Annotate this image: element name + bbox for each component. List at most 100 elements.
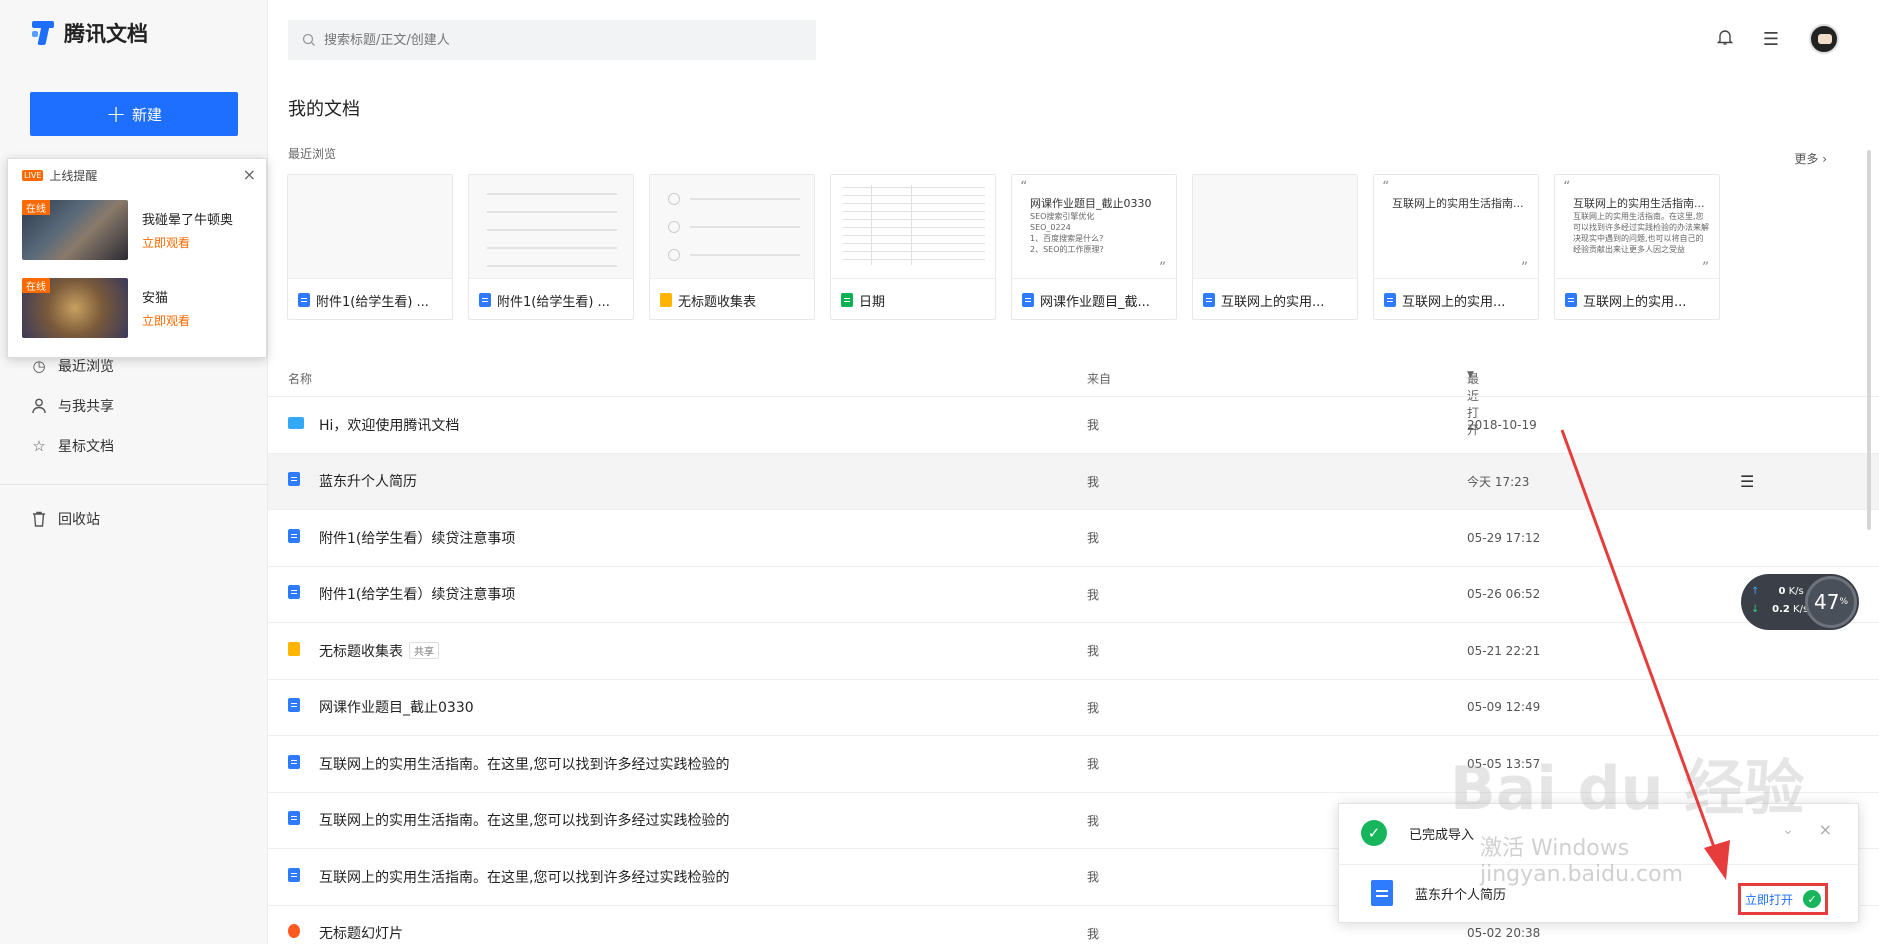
card-preview-title: 互联网上的实用生活指南... [1573,197,1705,210]
row-from: 我 [1087,474,1100,489]
recent-card[interactable]: “ 互联网上的实用生活指南... ” 互联网上的实用... [1373,174,1539,320]
table-row[interactable]: Hi，欢迎使用腾讯文档 我 2018-10-19 [268,396,1879,453]
arrow-down-icon: ↓ [1751,604,1760,615]
card-preview: “ 互联网上的实用生活指南... 互联网上的实用生活指南。在这里,您可以找到许多… [1555,175,1719,279]
star-icon: ☆ [32,437,46,455]
check-icon: ✓ [1803,890,1821,908]
sidebar-item-label: 回收站 [58,512,100,528]
row-name: 互联网上的实用生活指南。在这里,您可以找到许多经过实践检验的 [319,813,730,830]
table-row[interactable]: 附件1(给学生看）续贷注意事项 我 05-26 06:52 [268,565,1879,623]
table-header: 名称 来自 最近打开 ▼ [288,370,1878,437]
chevron-down-icon[interactable]: ⌄ [1782,822,1794,838]
doc-icon [1565,293,1577,307]
table-row[interactable]: 附件1(给学生看）续贷注意事项 我 05-29 17:12 [268,509,1879,566]
toast-status: 已完成导入 [1409,827,1475,843]
row-name: 附件1(给学生看）续贷注意事项 [319,530,516,547]
scrollbar[interactable] [1867,150,1871,530]
card-preview [288,175,452,279]
row-name: 互联网上的实用生活指南。在这里,您可以找到许多经过实践检验的 [319,869,730,886]
page-title: 我的文档 [288,99,360,120]
card-preview [469,175,633,279]
recent-card[interactable]: “ 互联网上的实用生活指南... 互联网上的实用生活指南。在这里,您可以找到许多… [1554,174,1720,320]
card-preview-body: 互联网上的实用生活指南。在这里,您可以找到许多经过实践检验的办法来解决现实中遇到… [1573,212,1709,254]
popup-header: LIVE 上线提醒 [8,159,266,191]
row-from: 我 [1087,813,1100,828]
trash-icon [30,510,48,528]
usage-percent-unit: % [1839,597,1848,607]
recent-card[interactable]: 附件1(给学生看) ... [468,174,634,320]
recent-card[interactable]: 附件1(给学生看) ... [287,174,453,320]
recent-card[interactable]: 无标题收集表 [649,174,815,320]
doc-icon [1384,293,1396,307]
row-from: 我 [1087,587,1100,602]
sidebar-item-label: 最近浏览 [58,359,114,375]
avatar[interactable] [1809,24,1839,54]
app-logo[interactable]: 腾讯文档 [30,18,148,48]
watch-now-link[interactable]: 立即观看 [142,312,190,329]
sidebar-item-trash[interactable]: 回收站 [30,499,240,539]
slide-icon [288,924,300,939]
live-reminder-popup: LIVE 上线提醒 × 在线 我碰晕了牛顿奥 立即观看 在线 安猫 立即观看 [7,158,267,358]
upload-speed: ↑ 0 K/s [1751,586,1804,597]
row-time: 05-29 17:12 [1467,530,1541,545]
table-row[interactable]: 无标题收集表 共享 我 05-21 22:21 [268,622,1879,679]
table-row[interactable]: 网课作业题目_截止0330 我 05-09 12:49 [268,678,1879,736]
doc-icon [479,293,491,307]
sidebar-item-shared[interactable]: 与我共享 [30,386,240,426]
row-menu-icon[interactable]: ☰ [1740,472,1754,491]
sidebar-item-label: 与我共享 [58,399,114,415]
close-icon[interactable]: × [1819,820,1832,839]
close-icon[interactable]: × [243,165,256,184]
arrow-up-icon: ↑ [1751,586,1760,597]
recent-card[interactable]: 日期 [830,174,996,320]
row-time: 今天 17:23 [1467,474,1530,489]
row-time: 05-05 13:57 [1467,756,1541,771]
row-name-text: 无标题收集表 [319,643,403,660]
row-name: 无标题幻灯片 [319,926,403,943]
watch-now-link[interactable]: 立即观看 [142,234,233,251]
folder-icon [288,416,304,429]
search-input[interactable] [324,32,784,48]
row-from: 我 [1087,870,1100,885]
table-row[interactable]: 蓝东升个人简历 我 今天 17:23 ☰ [268,452,1879,509]
sheet-icon [841,293,853,307]
recent-card[interactable]: “ 网课作业题目_截止0330 SEO搜索引擎优化 SEO_0224 1、百度搜… [1011,174,1177,320]
row-name: 互联网上的实用生活指南。在这里,您可以找到许多经过实践检验的 [319,756,730,773]
live-tag: 在线 [22,278,50,293]
open-now-button[interactable]: 立即打开 ✓ [1738,883,1828,915]
network-speed-widget[interactable]: ↑ 0 K/s ↓ 0.2 K/s 47% [1741,574,1859,630]
recent-card[interactable]: 互联网上的实用... [1192,174,1358,320]
live-item[interactable]: 在线 我碰晕了牛顿奥 立即观看 [8,191,266,269]
card-preview: “ 网课作业题目_截止0330 SEO搜索引擎优化 SEO_0224 1、百度搜… [1012,175,1176,279]
live-tag: 在线 [22,200,50,215]
form-icon [288,641,300,656]
plus-icon: + [105,100,127,128]
row-name: 网课作业题目_截止0330 [319,700,474,717]
new-button[interactable]: + 新建 [30,92,238,136]
card-title: 互联网上的实用... [1221,294,1325,310]
doc-icon [298,293,310,307]
search-bar[interactable] [288,20,816,60]
doc-icon [288,585,300,600]
row-name: 附件1(给学生看）续贷注意事项 [319,587,516,604]
sort-down-icon: ▼ [1467,370,1474,380]
doc-icon [288,811,300,826]
card-title: 网课作业题目_截... [1040,294,1150,310]
search-icon [302,33,315,46]
live-item[interactable]: 在线 安猫 立即观看 [8,269,266,347]
card-preview-body: SEO搜索引擎优化 SEO_0224 1、百度搜索是什么? 2、SEO的工作原理… [1030,212,1104,254]
live-badge: LIVE [22,169,44,181]
live-thumbnail: 在线 [22,200,128,260]
table-row[interactable]: 互联网上的实用生活指南。在这里,您可以找到许多经过实践检验的 我 05-05 1… [268,735,1879,792]
doc-icon [288,698,300,713]
card-preview [1193,175,1357,279]
sidebar-item-starred[interactable]: ☆ 星标文档 [30,426,240,466]
upload-speed-unit: K/s [1788,586,1804,597]
toast-file-name: 蓝东升个人简历 [1415,887,1507,903]
bell-icon[interactable] [1716,28,1734,51]
live-thumbnail: 在线 [22,278,128,338]
download-speed: ↓ 0.2 K/s [1751,604,1808,615]
row-from: 我 [1087,531,1100,546]
menu-icon[interactable]: ☰ [1763,29,1779,50]
more-link[interactable]: 更多 › [1794,150,1827,167]
